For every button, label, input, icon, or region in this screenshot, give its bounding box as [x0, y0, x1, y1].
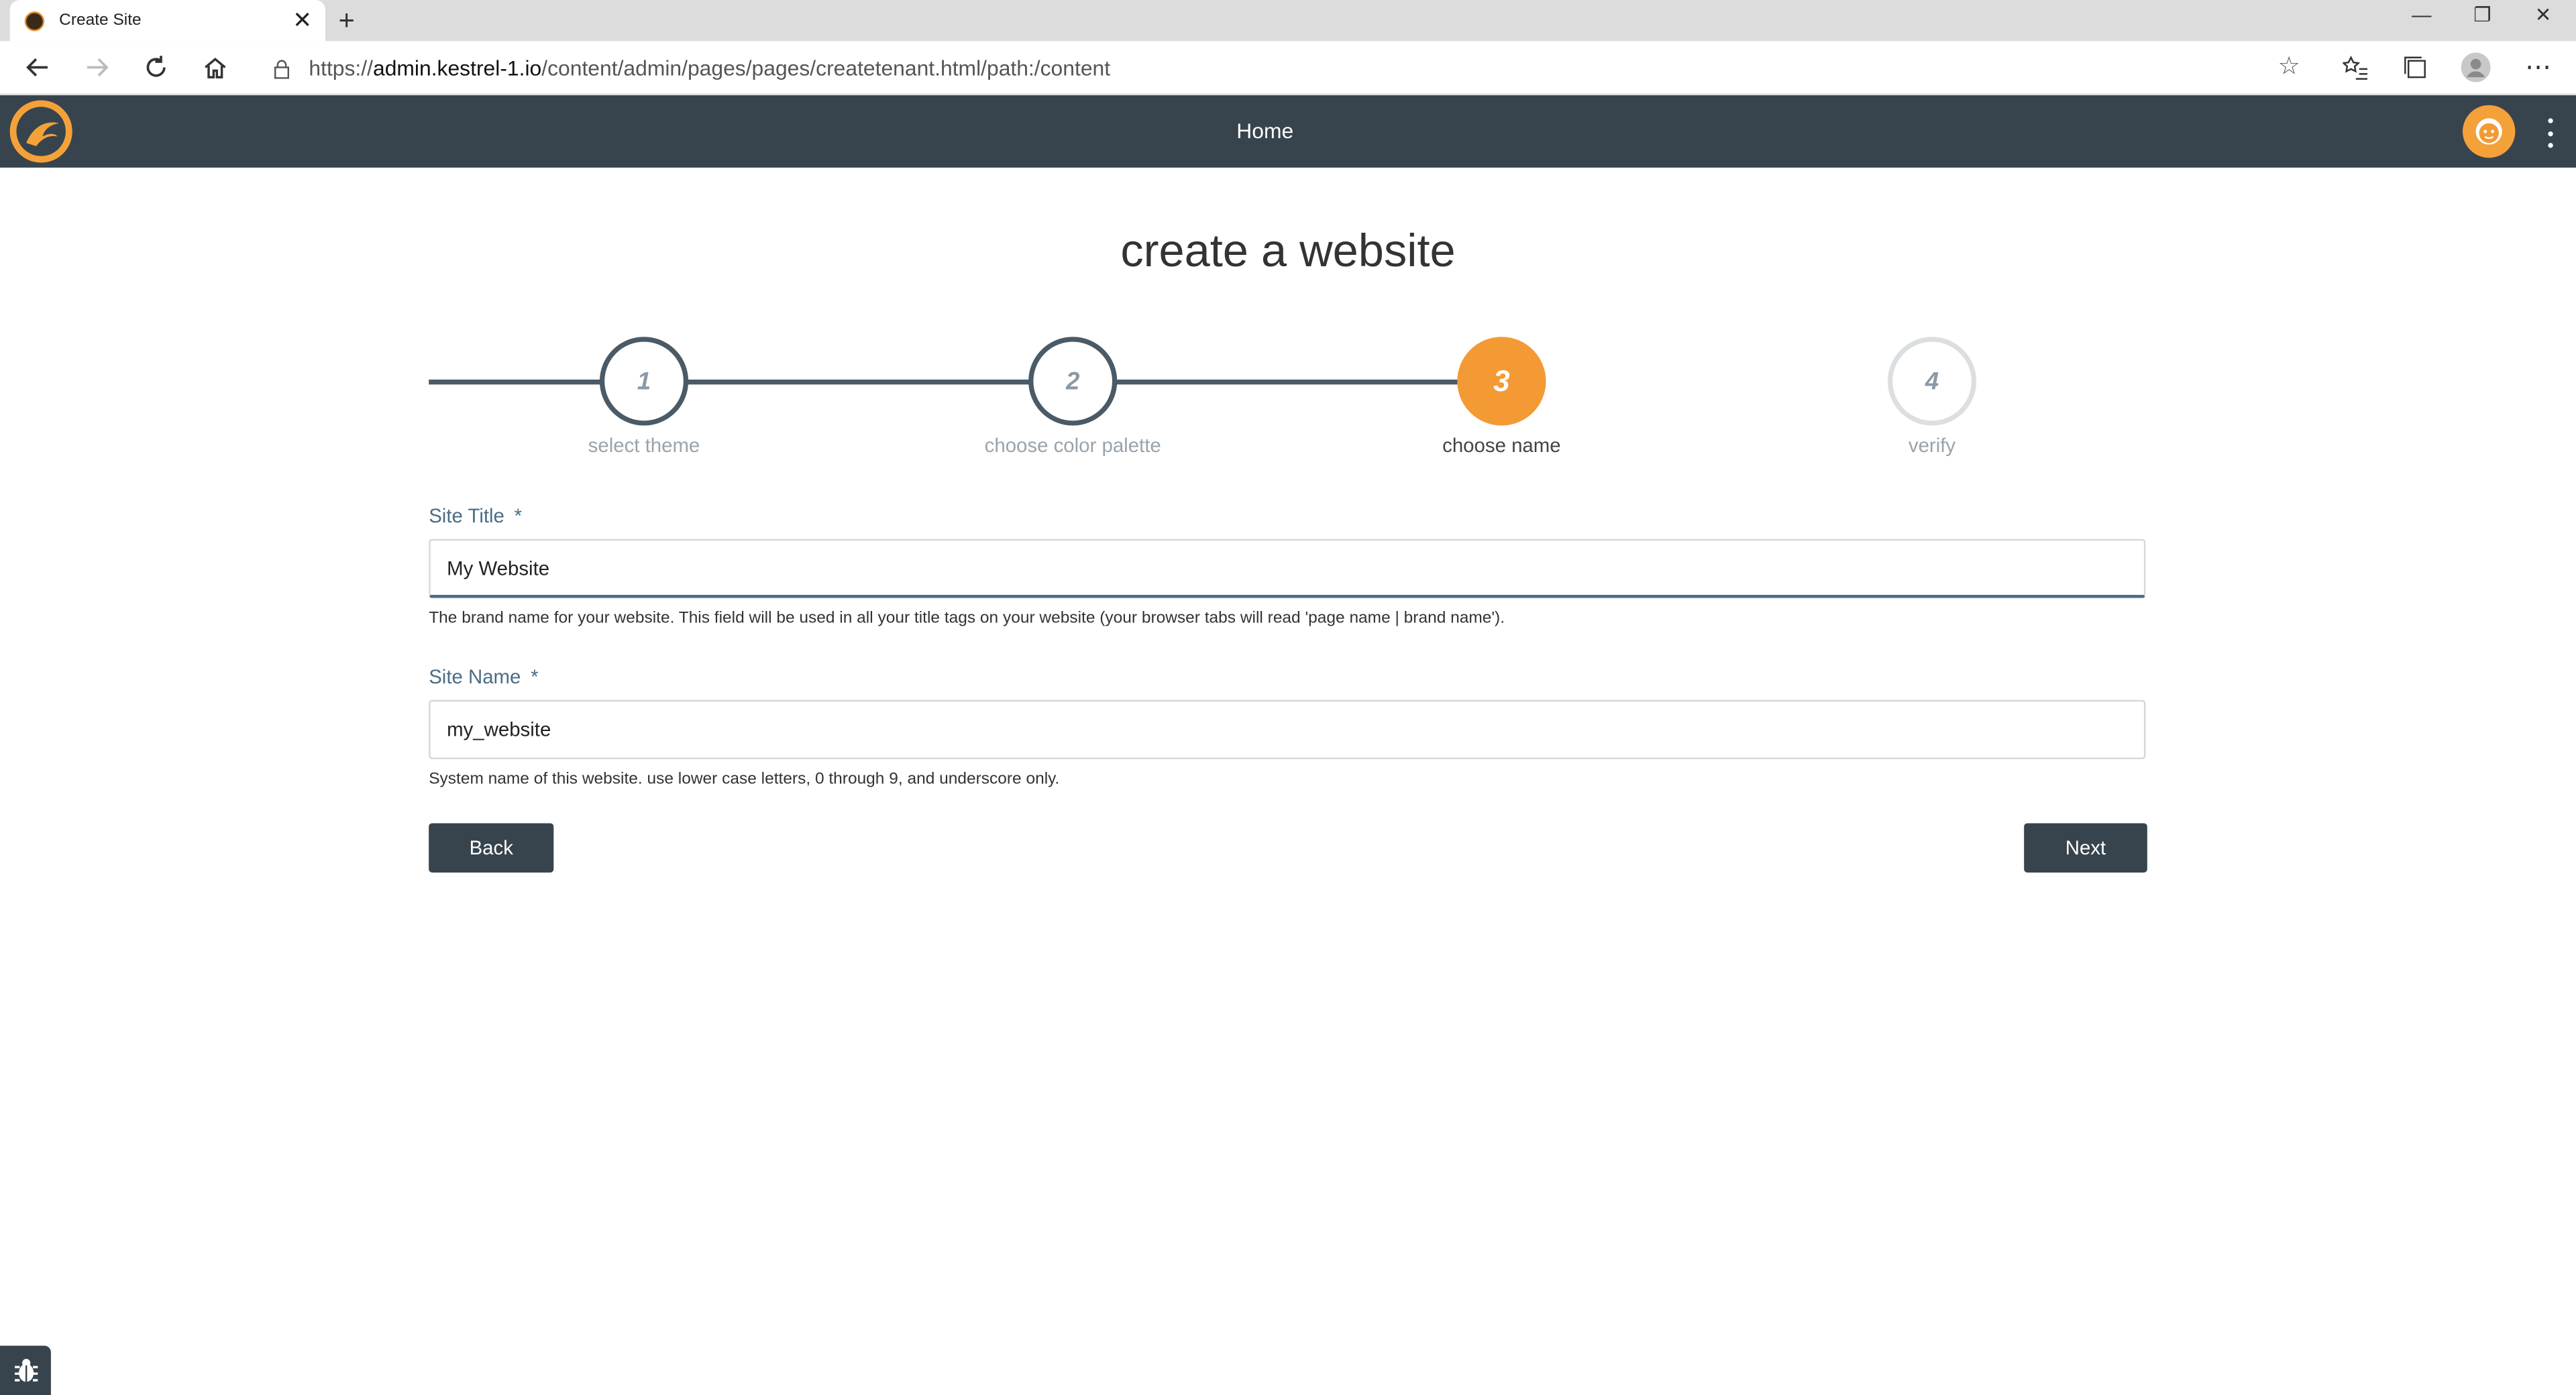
home-icon[interactable]	[199, 51, 231, 84]
step-1-label: select theme	[588, 433, 700, 457]
step-2-label: choose color palette	[984, 433, 1161, 457]
address-bar[interactable]: https://admin.kestrel-1.io/content/admin…	[254, 48, 2317, 87]
more-options-icon[interactable]	[2538, 118, 2561, 148]
settings-more-icon[interactable]: ⋯	[2522, 51, 2555, 84]
site-title-label: Site Title *	[429, 504, 523, 528]
favorites-list-icon[interactable]	[2339, 51, 2372, 84]
user-avatar-icon[interactable]	[2463, 105, 2516, 158]
required-marker: *	[514, 504, 523, 528]
step-3-label: choose name	[1442, 433, 1561, 457]
browser-tab-bar: Create Site ✕ + — ❐ ✕	[0, 0, 2576, 42]
collections-icon[interactable]	[2399, 51, 2432, 84]
next-button[interactable]: Next	[2024, 823, 2147, 873]
site-title-help-text: The brand name for your website. This fi…	[429, 609, 1505, 628]
restore-window-icon[interactable]: ❐	[2458, 3, 2507, 26]
lock-icon	[274, 58, 290, 79]
site-favicon-icon	[24, 10, 45, 31]
back-arrow-icon[interactable]	[21, 51, 54, 84]
url-text: https://admin.kestrel-1.io/content/admin…	[309, 55, 1111, 80]
kestrel-logo-icon[interactable]	[9, 100, 72, 163]
step-4-circle[interactable]: 4	[1887, 337, 1977, 426]
app-header: Home	[0, 95, 2576, 168]
step-3-circle[interactable]: 3	[1457, 337, 1546, 426]
back-button[interactable]: Back	[429, 823, 554, 873]
home-link[interactable]: Home	[1216, 118, 1314, 143]
profile-icon[interactable]	[2459, 51, 2492, 84]
page-title: create a website	[1120, 225, 1456, 276]
site-name-input[interactable]	[429, 700, 2146, 759]
site-name-label: Site Name *	[429, 665, 539, 689]
close-window-icon[interactable]: ✕	[2518, 3, 2567, 26]
browser-tab-title: Create Site	[59, 11, 142, 30]
required-marker: *	[531, 665, 539, 689]
step-2-circle[interactable]: 2	[1028, 337, 1118, 426]
step-1-circle[interactable]: 1	[599, 337, 689, 426]
reload-icon[interactable]	[140, 51, 172, 84]
favorite-star-icon[interactable]: ☆	[2278, 51, 2300, 80]
step-4-label: verify	[1908, 433, 1956, 457]
forward-arrow-icon[interactable]	[80, 51, 113, 84]
new-tab-icon[interactable]: +	[338, 5, 354, 38]
bug-report-icon[interactable]	[0, 1345, 51, 1395]
browser-toolbar: https://admin.kestrel-1.io/content/admin…	[0, 41, 2576, 96]
site-name-help-text: System name of this website. use lower c…	[429, 771, 1060, 789]
stepper-progress-line	[429, 379, 1502, 385]
minimize-window-icon[interactable]: —	[2397, 3, 2446, 26]
browser-tab[interactable]: Create Site ✕	[9, 0, 325, 42]
close-tab-icon[interactable]: ✕	[289, 7, 315, 35]
site-title-input[interactable]	[429, 539, 2146, 598]
